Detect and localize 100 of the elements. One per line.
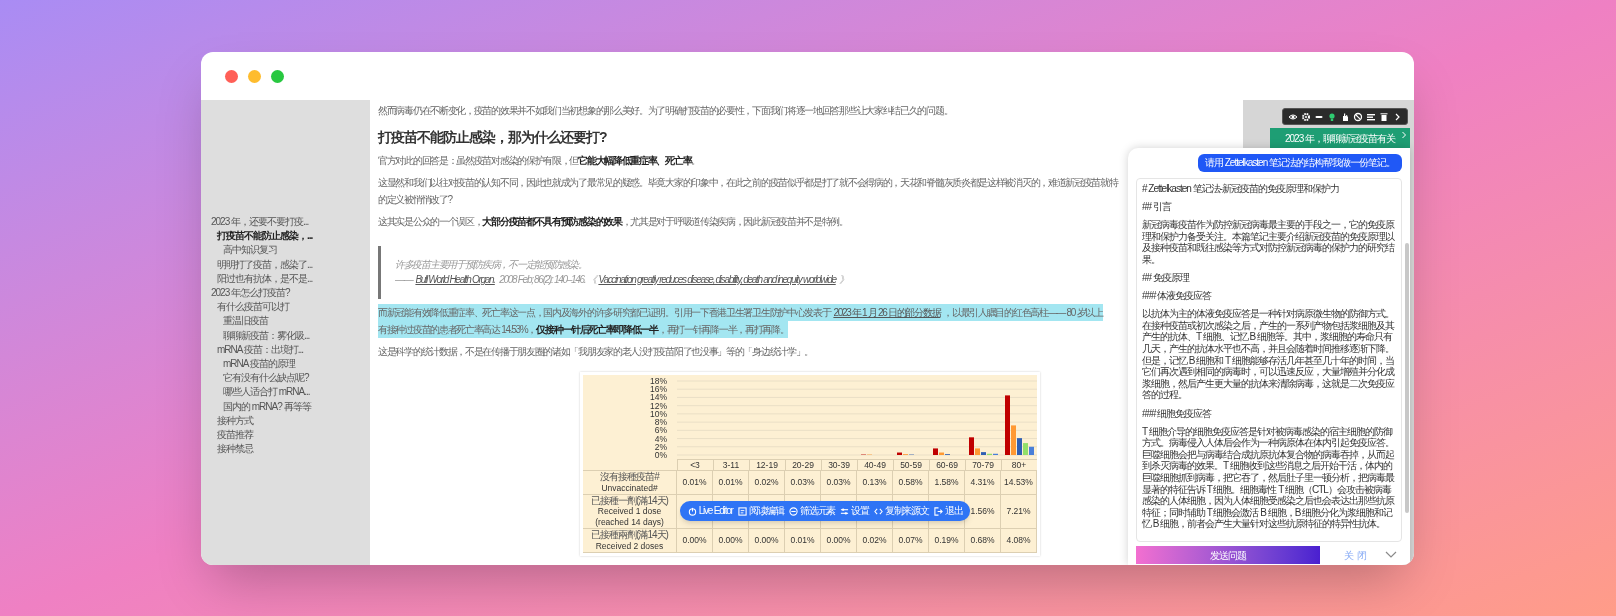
axis-label: 0% [654, 450, 667, 460]
tool-icon[interactable] [1301, 111, 1311, 122]
response-text: ## 引言 [1142, 201, 1173, 213]
table-cell: 1.58% [934, 476, 959, 489]
link[interactable]: 2023 年 1 月 26 日的部分数据 [833, 307, 941, 318]
toc-item[interactable]: 有什么疫苗可以打 [217, 300, 289, 315]
axis-label: 16% [650, 384, 667, 395]
link[interactable]: Bull World Health Organ. [415, 274, 495, 285]
axis-label: 2% [654, 441, 667, 452]
toolbar-icon [840, 506, 850, 516]
toc-item[interactable]: mRNA 疫苗的原理 [223, 357, 295, 372]
toolbar-icon [873, 506, 883, 516]
row-header: 沒有接種疫苗# Unvaccinated# [600, 472, 659, 493]
toc-item[interactable]: 2023 年，还要不要打疫... [211, 215, 309, 230]
tool-icon[interactable] [1340, 111, 1350, 122]
toolbar-button[interactable]: 复制来源文 [873, 505, 929, 517]
response-text: ### 细胞免疫应答 [1142, 407, 1213, 420]
link[interactable]: Vaccination greatly reduces disease, disability, death and inequity worldwide [598, 274, 836, 285]
quote-text: —— Bull World Health Organ. 2008 Feb; 86(2): 140–146. 《 Vaccination greatly reduces disease, disability, death and inequity worldwide 》 [395, 273, 848, 287]
toc-item[interactable]: 接种禁忌 [217, 442, 253, 457]
table-cell: 0.03% [790, 476, 815, 489]
paragraph: 官方对此的回答是：虽然疫苗对感染的保护有限，但它能大幅降低重症率、死亡率。 [378, 154, 700, 168]
row-header: 已接種一劑(滿14天) Received 1 dose (reached 14 days) [591, 495, 668, 528]
toc-item[interactable]: 聊聊新疫苗：雾化吸... [223, 328, 310, 343]
table-cell: 0.01% [718, 476, 743, 489]
response-text: ### 体液免疫应答 [1142, 290, 1213, 302]
toc-item[interactable]: 高中知识复习 [223, 243, 277, 258]
paragraph: 而新冠能有效降低重症率、死亡率这一点，国内及海外的许多研究都已证明。引用一下香港卫生署卫生防护中心发表于 2023 年 1 月 26 日的部分数据 ，以最引人瞩目的红色高柱—— 80 岁以上 有接种过疫苗的患者死亡率高达 14.53%，仅接种一针后死亡率即降低一半，再打一针再降一半，再打再降。 [378, 304, 1103, 338]
axis-label: 10% [650, 408, 667, 419]
toc-item[interactable]: 明明打了疫苗，感染了... [217, 257, 313, 272]
section-heading: 打疫苗不能防止感染，那为什么还要打? [378, 128, 607, 147]
response-text: T 细胞介导的细胞免疫应答是针对被病毒感染的宿主细胞的防御方式。病毒侵入人体后会作为一种病原体在体内引起免疫应答。巨噬细胞会把与病毒结合成抗原抗体复合物的病毒吞掉，从而起到杀灭病毒的效果。T 细胞收到这些消息之后开始干活，体内的巨噬细胞抓到病毒，把它吞了，然后肚子里一顿分析，把病毒最显著的特征告诉 T 细胞。细胞毒性 T 细胞（CTL）会攻击被病毒感染的人体细胞，因为人体细胞受感染之后也会表达出那些抗原特征；同时辅助 T 细胞会激活 B 细胞，B 细胞分化为浆细胞和记忆 B 细胞，前者会产生大量针对这些抗原特征的特异性抗体。 [1142, 425, 1396, 530]
tool-icon[interactable] [1327, 111, 1337, 122]
category-label: 50-59 [900, 460, 922, 470]
table-cell: 0.01% [682, 476, 707, 489]
toc-item[interactable]: 2023 年怎么打疫苗? [211, 286, 290, 301]
toolbar-button[interactable]: 设置 [840, 505, 869, 517]
table-cell: 0.03% [826, 476, 851, 489]
table-cell: 0.00% [682, 534, 707, 547]
scrollbar[interactable] [1405, 243, 1409, 513]
toolbar-icon [933, 506, 943, 516]
table-cell: 0.58% [898, 476, 923, 489]
tool-icon[interactable] [1366, 111, 1376, 122]
table-cell: 0.02% [754, 476, 779, 489]
toolbar-button[interactable]: 筛选元素 [788, 505, 836, 517]
table-cell: 4.08% [1006, 534, 1031, 547]
table-cell: 0.00% [718, 534, 743, 547]
toolbar-icon [737, 506, 747, 516]
tool-icon[interactable] [1353, 111, 1363, 122]
axis-label: 8% [654, 417, 667, 428]
row-header: 已接種兩劑(滿14天) Received 2 doses [591, 530, 668, 551]
toc-item[interactable]: 打疫苗不能防止感染，... [217, 229, 313, 244]
table-cell: 0.68% [970, 534, 995, 547]
category-label: 3-11 [722, 460, 740, 470]
paragraph: 这其实是公众的一个误区，大部分疫苗都不具有预防感染的效果，尤其是对于呼吸道传染疾病，因此新冠疫苗并不是特例。 [378, 215, 848, 229]
response-text: 以抗体为主的体液免疫应答是一种针对病原微生物的防御方式。在接种疫苗或初次感染之后，产生的一系列产物包括浆细胞及其产生的抗体、T 细胞、记忆 B 细胞等。其中，浆细胞的寿命只有几天，产生的抗体水平也不高，并且会随着时间推移逐渐下降。但是，记忆 B 细胞和 T 细胞能够存活几年甚至几十年的时间，当它们再次遇到相同的病毒时，可以迅速反应，大量增殖并分化成浆细胞，然后产生更大量的抗体来清除病毒，这就是二次免疫应答的过程。 [1142, 308, 1396, 401]
category-label: 12-19 [756, 460, 778, 470]
tool-icon[interactable] [1379, 111, 1389, 122]
response-text: ## 免疫原理 [1142, 272, 1191, 284]
send-button[interactable]: 发送问题 [1136, 546, 1320, 565]
quote-text: 许多疫苗主要用于预防疾病，不一定能预防感染。 [395, 258, 587, 272]
category-label: 80+ [1011, 460, 1027, 470]
toc-item[interactable]: 疫苗推荐 [217, 428, 253, 443]
table-cell: 0.01% [790, 534, 815, 547]
category-label: 30-39 [828, 460, 850, 470]
toc-item[interactable]: 阳过也有抗体，是不是... [217, 271, 313, 286]
note-tag[interactable]: 2023 年，聊聊新冠疫苗有关 [1270, 128, 1410, 148]
table-cell: 7.21% [1006, 505, 1031, 518]
toolbar-button[interactable]: Live Editor [687, 505, 733, 517]
paragraph: 这是科学的统计数据，不是在传播于朋友圈的诸如「我朋友家的老人没打疫苗阳了也没事」等的「身边统计学」。 [378, 345, 813, 359]
toc-item[interactable]: 国内的 mRNA? 再等等 [223, 399, 311, 414]
chevron-right-icon [1401, 131, 1407, 139]
category-label: 20-29 [792, 460, 814, 470]
table-cell: 0.00% [754, 534, 779, 547]
toc-item[interactable]: 哪些人适合打 mRNA... [223, 385, 310, 400]
toc-item[interactable]: mRNA 疫苗：出境打... [217, 342, 303, 358]
table-cell: 0.13% [862, 476, 887, 489]
toc-item[interactable]: 它有没有什么缺点呢? [223, 371, 309, 386]
axis-label: 6% [654, 425, 667, 436]
toolbar-button[interactable]: 阅读编辑 [737, 505, 784, 517]
table-cell: 0.19% [934, 534, 959, 547]
paragraph: 这显然和我们以往对疫苗的认知不同，因此也就成为了最常见的疑惑。毕竟大家的印象中，在此之前的疫苗似乎都是打了就不会得病的，天花和脊髓灰质炎都是这样被消灭的，难道新冠疫苗就特 的定义被悄悄改了? [378, 176, 1118, 207]
axis-label: 14% [650, 392, 667, 403]
table-cell: 0.00% [826, 534, 851, 547]
chevron-down-icon[interactable] [1384, 551, 1397, 560]
category-label: 40-49 [864, 460, 886, 470]
chat-message: 请用 Zettelkasten 笔记法的结构帮我做一份笔记。 [1197, 154, 1402, 172]
category-label: 60-69 [936, 460, 958, 470]
response-text: # Zettelkasten 笔记法-新冠疫苗的免疫原理和保护力 [1142, 183, 1340, 195]
axis-label: 12% [650, 400, 667, 411]
tool-icon[interactable] [1288, 111, 1298, 122]
table-cell: 4.31% [970, 476, 995, 489]
toc-item[interactable]: 重温旧疫苗 [223, 314, 268, 329]
toolbar-icon [687, 506, 697, 516]
table-cell: 1.56% [970, 505, 995, 518]
category-label: <3 [690, 460, 700, 470]
axis-label: 18% [650, 376, 667, 386]
toolbar-button[interactable]: 退出 [933, 505, 963, 517]
close-button[interactable] [225, 69, 238, 83]
toc-item[interactable]: 接种方式 [217, 413, 253, 429]
